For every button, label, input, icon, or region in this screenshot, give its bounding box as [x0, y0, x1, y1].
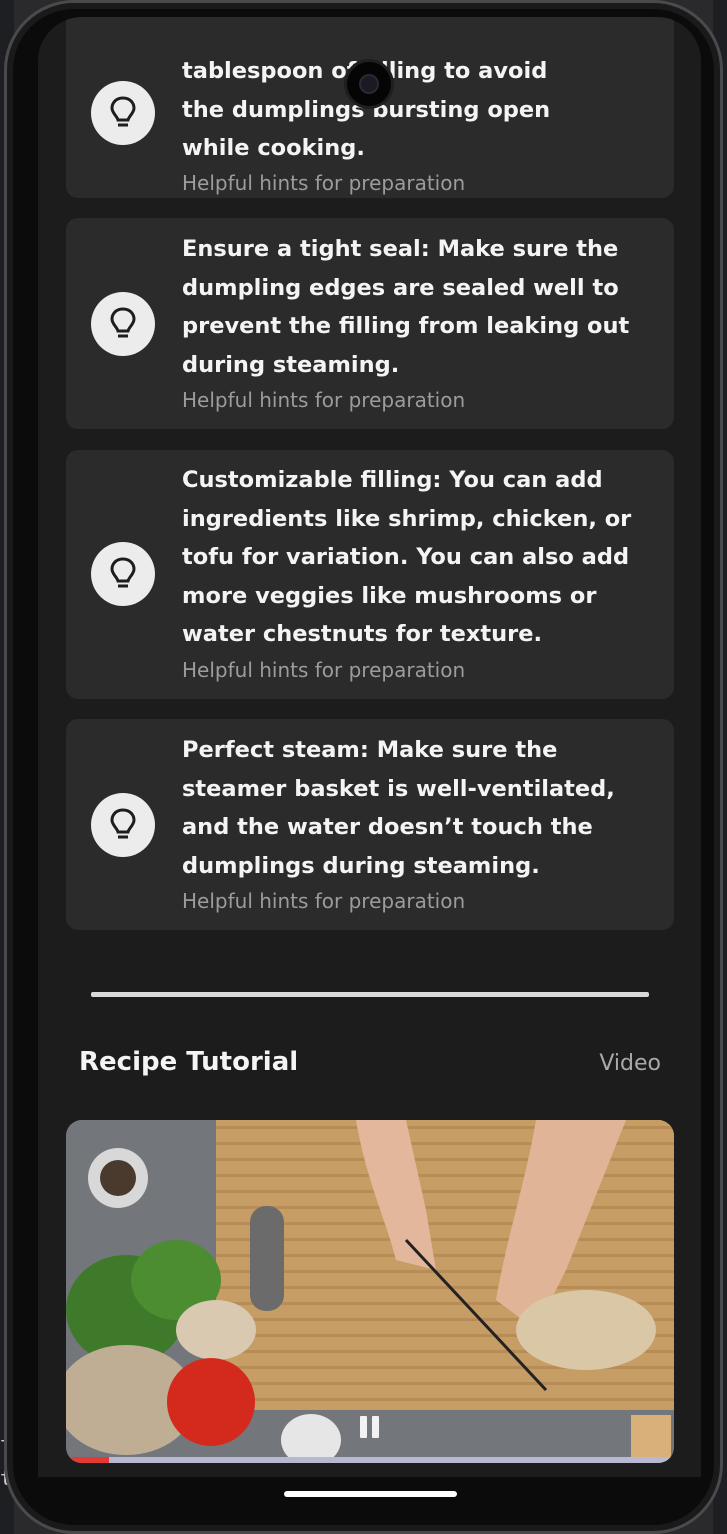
tip-subtitle: Helpful hints for preparation	[182, 889, 466, 913]
tip-subtitle: Helpful hints for preparation	[182, 388, 466, 412]
tip-text: Customizable filling: You can add ingred…	[182, 467, 632, 647]
lightbulb-icon	[91, 793, 155, 857]
lightbulb-icon	[91, 292, 155, 356]
section-divider	[91, 992, 649, 997]
video-progress-track[interactable]	[66, 1457, 674, 1463]
video-frame-image	[66, 1120, 674, 1463]
home-indicator[interactable]	[284, 1491, 457, 1497]
tip-card: Ensure a tight seal: Make sure the dumpl…	[66, 218, 674, 429]
tip-subtitle: Helpful hints for preparation	[182, 658, 466, 682]
app-screen: 10 tablespoon of filling to avoid the du…	[38, 17, 701, 1477]
front-camera	[344, 59, 394, 109]
tip-card: Perfect steam: Make sure the steamer bas…	[66, 719, 674, 930]
tip-text: Ensure a tight seal: Make sure the dumpl…	[182, 236, 630, 378]
video-progress-fill	[66, 1457, 109, 1463]
tip-subtitle: Helpful hints for preparation	[182, 171, 466, 195]
pause-icon[interactable]	[360, 1416, 379, 1438]
phone-frame: 10 tablespoon of filling to avoid the du…	[4, 0, 723, 1534]
video-player[interactable]	[66, 1120, 674, 1463]
lightbulb-icon	[91, 81, 155, 145]
lightbulb-icon	[91, 542, 155, 606]
tip-card: Customizable filling: You can add ingred…	[66, 450, 674, 699]
section-title: Recipe Tutorial	[79, 1047, 299, 1077]
video-link[interactable]: Video	[599, 1051, 661, 1076]
tip-text: Perfect steam: Make sure the steamer bas…	[182, 737, 615, 879]
